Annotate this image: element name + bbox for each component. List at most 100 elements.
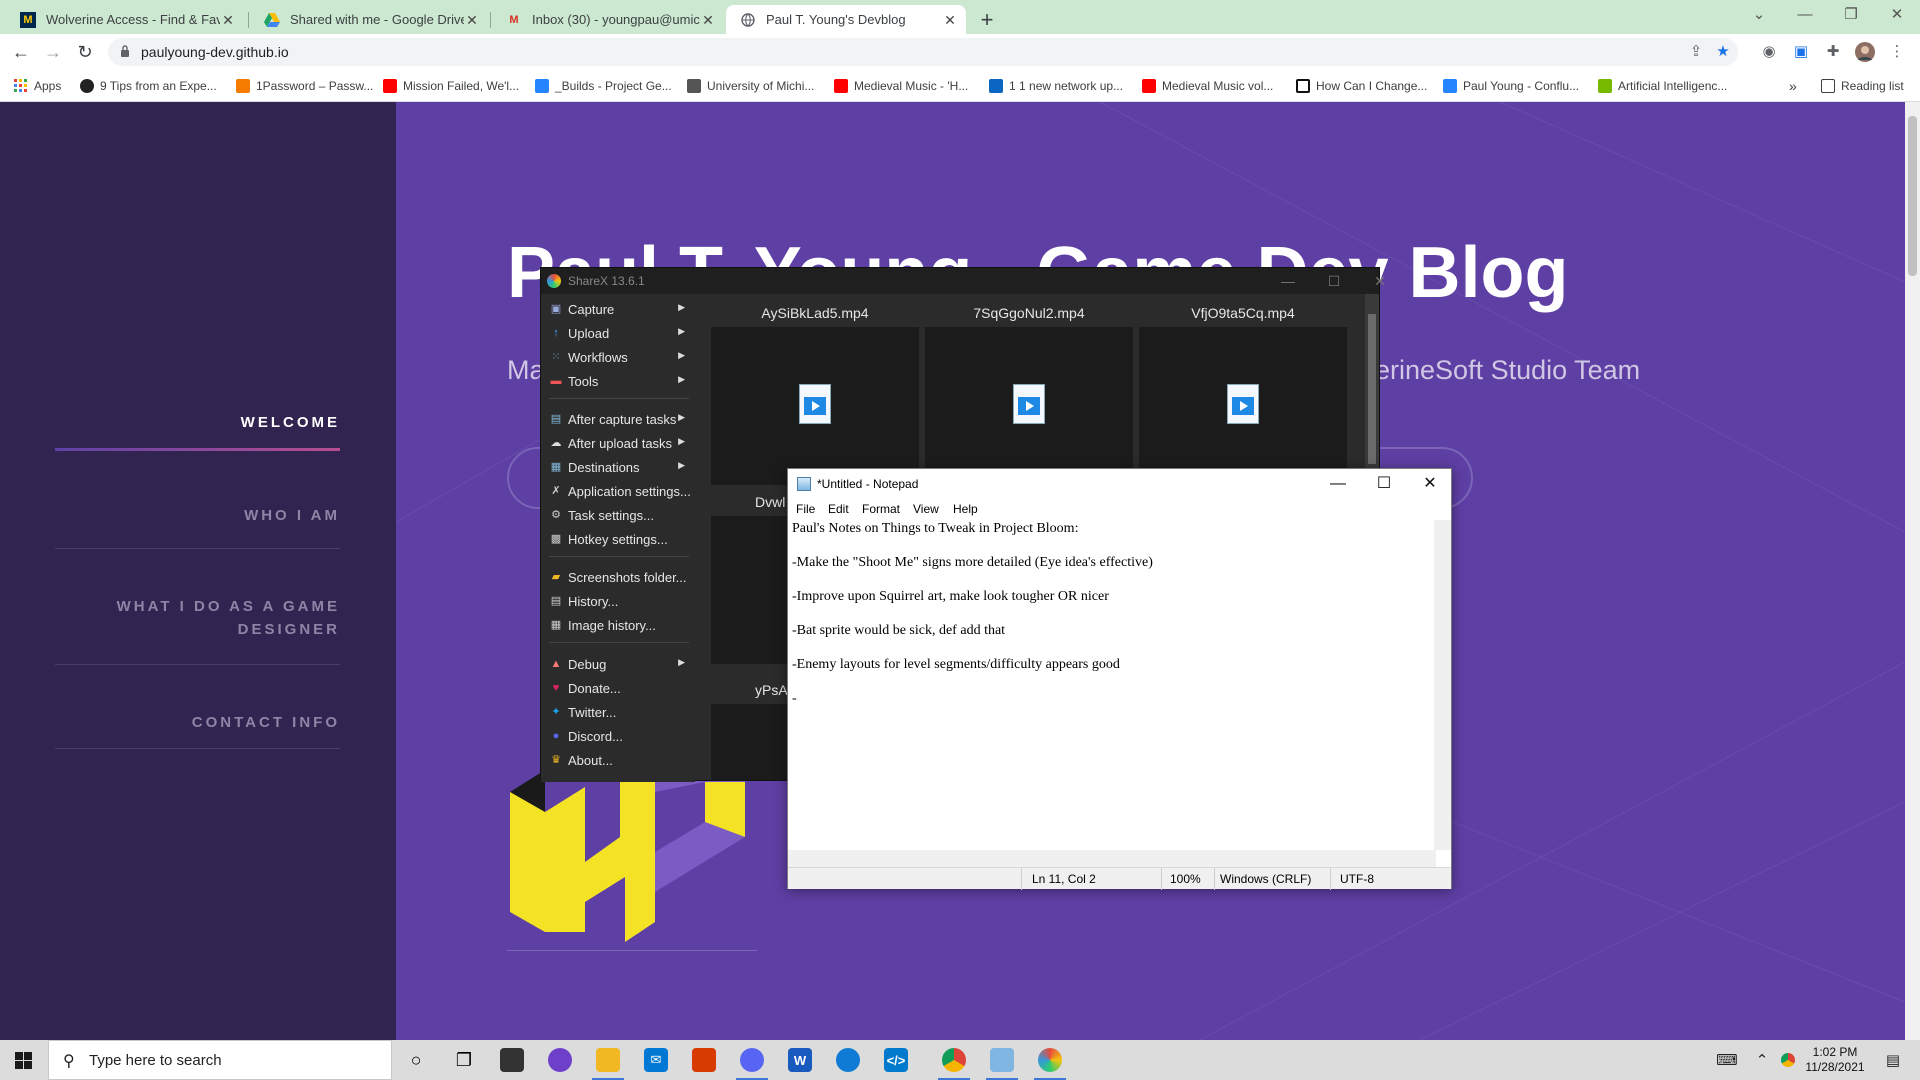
menu-file[interactable]: File [796,502,815,516]
tab-close-icon[interactable]: ✕ [942,12,958,28]
menu-workflows[interactable]: ⁙ Workflows ▶ [549,346,695,368]
file-thumbnail[interactable] [1139,327,1347,485]
taskbar-search[interactable]: ⚲ Type here to search [48,1040,392,1080]
tab-wolverine-access[interactable]: M Wolverine Access - Find & Favori ✕ [6,5,244,34]
sharex-icon[interactable] [1026,1040,1074,1080]
menu-edit[interactable]: Edit [828,502,849,516]
notepad-minimize-button[interactable]: — [1315,469,1361,499]
extension-screen-capture-icon[interactable]: ▣ [1791,42,1811,62]
notepad-text-area[interactable]: Paul's Notes on Things to Tweak in Proje… [790,520,1430,850]
bookmark-item[interactable]: Paul Young - Conflu... [1443,76,1579,96]
task-view-icon[interactable]: ❐ [440,1040,488,1080]
more-bookmarks-icon[interactable]: » [1789,76,1797,96]
browser-menu-icon[interactable]: ⋮ [1887,42,1907,62]
reload-icon[interactable]: ↻ [73,40,97,64]
new-tab-button[interactable]: + [975,7,999,33]
menu-application-settings[interactable]: ✗ Application settings... [549,480,695,502]
github-desktop-icon[interactable] [536,1040,584,1080]
edge-icon[interactable] [824,1040,872,1080]
menu-after-capture-tasks[interactable]: ▤ After capture tasks ▶ [549,408,695,430]
tab-close-icon[interactable]: ✕ [464,12,480,28]
bookmark-item[interactable]: Mission Failed, We'l... [383,76,519,96]
menu-capture[interactable]: ▣ Capture ▶ [549,298,695,320]
sharex-minimize-button[interactable]: — [1268,270,1308,292]
bookmark-item[interactable]: 1 1 new network up... [989,76,1123,96]
bookmark-item[interactable]: University of Michi... [687,76,814,96]
close-window-button[interactable]: ✕ [1874,0,1920,30]
nav-game-designer[interactable]: WHAT I DO AS A GAME DESIGNER [100,595,340,641]
tab-devblog[interactable]: Paul T. Young's Devblog ✕ [726,5,966,34]
menu-destinations[interactable]: ▦ Destinations ▶ [549,456,695,478]
menu-screenshots-folder[interactable]: ▰ Screenshots folder... [549,566,695,588]
bookmark-item[interactable]: 9 Tips from an Expe... [80,76,217,96]
menu-task-settings[interactable]: ⚙ Task settings... [549,504,695,526]
menu-upload[interactable]: ↑ Upload ▶ [549,322,695,344]
bookmark-star-icon[interactable]: ★ [1713,42,1733,62]
notepad-icon[interactable] [978,1040,1026,1080]
file-thumbnail[interactable] [711,327,919,485]
nav-welcome[interactable]: WELCOME [241,411,340,434]
menu-about[interactable]: ♛ About... [549,749,695,771]
menu-image-history[interactable]: ▦ Image history... [549,614,695,636]
bookmark-item[interactable]: Medieval Music vol... [1142,76,1273,96]
tab-gmail-inbox[interactable]: M Inbox (30) - youngpau@umich.ed ✕ [492,5,724,34]
back-arrow-icon[interactable]: ← [9,40,33,64]
menu-format[interactable]: Format [862,502,900,516]
notepad-horizontal-scrollbar[interactable] [788,850,1436,867]
nav-who-i-am[interactable]: WHO I AM [244,504,340,527]
sharex-close-button[interactable]: ✕ [1360,270,1400,292]
chrome-tray-icon[interactable] [1778,1040,1798,1080]
menu-debug[interactable]: ▲ Debug ▶ [549,653,695,675]
menu-help[interactable]: Help [953,502,978,516]
tab-close-icon[interactable]: ✕ [700,12,716,28]
extensions-puzzle-icon[interactable]: ✚ [1823,42,1843,62]
page-scrollbar[interactable] [1905,102,1920,1040]
scrollbar-thumb[interactable] [1908,116,1917,276]
sharex-maximize-button[interactable]: ☐ [1314,270,1354,292]
menu-discord[interactable]: ● Discord... [549,725,695,747]
bookmark-item[interactable]: _Builds - Project Ge... [535,76,672,96]
file-explorer-icon[interactable] [584,1040,632,1080]
chrome-icon[interactable] [930,1040,978,1080]
tab-close-icon[interactable]: ✕ [220,12,236,28]
notepad-maximize-button[interactable]: ☐ [1361,469,1407,499]
tab-google-drive[interactable]: Shared with me - Google Drive ✕ [250,5,488,34]
menu-hotkey-settings[interactable]: ▩ Hotkey settings... [549,528,695,550]
tab-search-icon[interactable]: ⌄ [1736,0,1782,30]
reading-list-button[interactable]: Reading list [1821,76,1904,96]
start-button[interactable] [0,1040,48,1080]
menu-tools[interactable]: ▬ Tools ▶ [549,370,695,392]
discord-icon[interactable] [728,1040,776,1080]
menu-donate[interactable]: ♥ Donate... [549,677,695,699]
forward-arrow-icon[interactable]: → [41,40,65,64]
store-icon[interactable] [488,1040,536,1080]
minimize-button[interactable]: — [1782,0,1828,30]
restore-button[interactable]: ❐ [1828,0,1874,30]
vscode-icon[interactable]: </> [872,1040,920,1080]
bookmark-item[interactable]: How Can I Change... [1296,76,1427,96]
cortana-icon[interactable]: ○ [392,1040,440,1080]
bookmark-apps[interactable]: Apps [14,76,61,96]
file-thumbnail[interactable] [925,327,1133,485]
bookmark-item[interactable]: Artificial Intelligenc... [1598,76,1727,96]
address-bar[interactable]: paulyoung-dev.github.io ⇪ ★ [108,38,1738,66]
system-clock[interactable]: 1:02 PM 11/28/2021 [1800,1045,1870,1075]
show-hidden-icons-icon[interactable]: ⌃ [1752,1040,1772,1080]
touch-keyboard-icon[interactable]: ⌨ [1712,1040,1742,1080]
menu-history[interactable]: ▤ History... [549,590,695,612]
office-icon[interactable] [680,1040,728,1080]
menu-after-upload-tasks[interactable]: ☁ After upload tasks ▶ [549,432,695,454]
mail-icon[interactable]: ✉ [632,1040,680,1080]
bookmark-item[interactable]: 1Password – Passw... [236,76,373,96]
extension-1password-icon[interactable]: ◉ [1759,42,1779,62]
word-icon[interactable]: W [776,1040,824,1080]
nav-contact-info[interactable]: CONTACT INFO [192,711,340,734]
bookmark-item[interactable]: Medieval Music - 'H... [834,76,968,96]
share-icon[interactable]: ⇪ [1686,42,1706,62]
notepad-close-button[interactable]: ✕ [1407,469,1453,499]
profile-avatar[interactable] [1855,42,1875,62]
scrollbar-thumb[interactable] [1368,314,1376,464]
menu-twitter[interactable]: ✦ Twitter... [549,701,695,723]
notepad-vertical-scrollbar[interactable] [1434,520,1451,850]
notifications-icon[interactable]: ▤ [1876,1040,1910,1080]
